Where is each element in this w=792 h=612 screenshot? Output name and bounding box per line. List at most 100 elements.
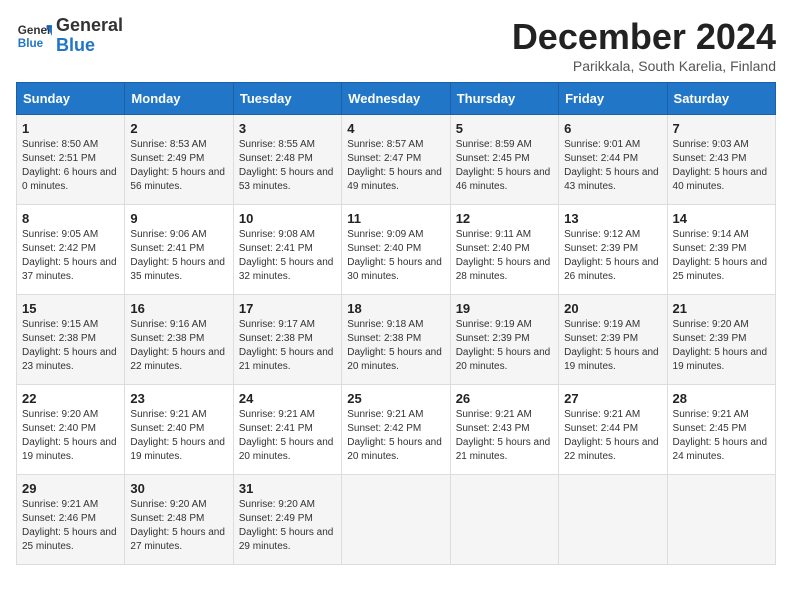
calendar-cell: 29 Sunrise: 9:21 AM Sunset: 2:46 PM Dayl… [17,475,125,565]
day-number: 31 [239,481,336,496]
day-number: 20 [564,301,661,316]
day-number: 19 [456,301,553,316]
logo-general: General [56,15,123,35]
day-info: Sunrise: 9:03 AM Sunset: 2:43 PM Dayligh… [673,138,770,194]
calendar-cell: 23 Sunrise: 9:21 AM Sunset: 2:40 PM Dayl… [125,385,233,475]
day-number: 8 [22,211,119,226]
day-info: Sunrise: 9:14 AM Sunset: 2:39 PM Dayligh… [673,228,770,284]
header: General Blue General Blue December 2024 … [16,16,776,74]
calendar-cell: 25 Sunrise: 9:21 AM Sunset: 2:42 PM Dayl… [342,385,450,475]
day-number: 11 [347,211,444,226]
day-info: Sunrise: 9:20 AM Sunset: 2:40 PM Dayligh… [22,408,119,464]
calendar-cell: 18 Sunrise: 9:18 AM Sunset: 2:38 PM Dayl… [342,295,450,385]
calendar-cell [342,475,450,565]
day-number: 27 [564,391,661,406]
calendar-week-row: 1 Sunrise: 8:50 AM Sunset: 2:51 PM Dayli… [17,115,776,205]
calendar-cell: 16 Sunrise: 9:16 AM Sunset: 2:38 PM Dayl… [125,295,233,385]
calendar-cell: 22 Sunrise: 9:20 AM Sunset: 2:40 PM Dayl… [17,385,125,475]
day-number: 15 [22,301,119,316]
calendar-week-row: 22 Sunrise: 9:20 AM Sunset: 2:40 PM Dayl… [17,385,776,475]
day-info: Sunrise: 9:20 AM Sunset: 2:48 PM Dayligh… [130,498,227,554]
day-info: Sunrise: 9:12 AM Sunset: 2:39 PM Dayligh… [564,228,661,284]
day-number: 10 [239,211,336,226]
day-info: Sunrise: 8:50 AM Sunset: 2:51 PM Dayligh… [22,138,119,194]
calendar-cell: 2 Sunrise: 8:53 AM Sunset: 2:49 PM Dayli… [125,115,233,205]
day-number: 24 [239,391,336,406]
day-info: Sunrise: 9:21 AM Sunset: 2:41 PM Dayligh… [239,408,336,464]
calendar-cell: 19 Sunrise: 9:19 AM Sunset: 2:39 PM Dayl… [450,295,558,385]
day-number: 13 [564,211,661,226]
calendar-week-row: 29 Sunrise: 9:21 AM Sunset: 2:46 PM Dayl… [17,475,776,565]
calendar-cell: 8 Sunrise: 9:05 AM Sunset: 2:42 PM Dayli… [17,205,125,295]
calendar-cell: 5 Sunrise: 8:59 AM Sunset: 2:45 PM Dayli… [450,115,558,205]
day-number: 30 [130,481,227,496]
day-info: Sunrise: 9:15 AM Sunset: 2:38 PM Dayligh… [22,318,119,374]
calendar-week-row: 15 Sunrise: 9:15 AM Sunset: 2:38 PM Dayl… [17,295,776,385]
calendar-cell: 14 Sunrise: 9:14 AM Sunset: 2:39 PM Dayl… [667,205,775,295]
day-number: 4 [347,121,444,136]
logo-icon: General Blue [16,18,52,54]
day-number: 1 [22,121,119,136]
day-number: 3 [239,121,336,136]
day-info: Sunrise: 9:21 AM Sunset: 2:44 PM Dayligh… [564,408,661,464]
day-number: 28 [673,391,770,406]
calendar-cell: 3 Sunrise: 8:55 AM Sunset: 2:48 PM Dayli… [233,115,341,205]
day-info: Sunrise: 9:17 AM Sunset: 2:38 PM Dayligh… [239,318,336,374]
calendar-cell: 10 Sunrise: 9:08 AM Sunset: 2:41 PM Dayl… [233,205,341,295]
day-number: 7 [673,121,770,136]
calendar-cell: 4 Sunrise: 8:57 AM Sunset: 2:47 PM Dayli… [342,115,450,205]
day-number: 18 [347,301,444,316]
day-number: 2 [130,121,227,136]
day-number: 23 [130,391,227,406]
day-number: 14 [673,211,770,226]
day-number: 29 [22,481,119,496]
calendar-header-row: SundayMondayTuesdayWednesdayThursdayFrid… [17,83,776,115]
logo: General Blue General Blue [16,16,123,56]
calendar-week-row: 8 Sunrise: 9:05 AM Sunset: 2:42 PM Dayli… [17,205,776,295]
day-info: Sunrise: 9:19 AM Sunset: 2:39 PM Dayligh… [456,318,553,374]
calendar-cell: 27 Sunrise: 9:21 AM Sunset: 2:44 PM Dayl… [559,385,667,475]
day-number: 25 [347,391,444,406]
day-info: Sunrise: 9:21 AM Sunset: 2:45 PM Dayligh… [673,408,770,464]
day-info: Sunrise: 9:11 AM Sunset: 2:40 PM Dayligh… [456,228,553,284]
calendar-cell: 15 Sunrise: 9:15 AM Sunset: 2:38 PM Dayl… [17,295,125,385]
title-section: December 2024 Parikkala, South Karelia, … [512,16,776,74]
day-number: 16 [130,301,227,316]
day-info: Sunrise: 9:20 AM Sunset: 2:49 PM Dayligh… [239,498,336,554]
location-subtitle: Parikkala, South Karelia, Finland [512,58,776,74]
calendar-cell: 21 Sunrise: 9:20 AM Sunset: 2:39 PM Dayl… [667,295,775,385]
day-info: Sunrise: 9:06 AM Sunset: 2:41 PM Dayligh… [130,228,227,284]
calendar-cell: 30 Sunrise: 9:20 AM Sunset: 2:48 PM Dayl… [125,475,233,565]
calendar-table: SundayMondayTuesdayWednesdayThursdayFrid… [16,82,776,565]
weekday-header-tuesday: Tuesday [233,83,341,115]
weekday-header-thursday: Thursday [450,83,558,115]
day-number: 6 [564,121,661,136]
svg-text:Blue: Blue [18,37,44,50]
day-number: 5 [456,121,553,136]
day-info: Sunrise: 9:08 AM Sunset: 2:41 PM Dayligh… [239,228,336,284]
calendar-cell: 13 Sunrise: 9:12 AM Sunset: 2:39 PM Dayl… [559,205,667,295]
calendar-cell: 7 Sunrise: 9:03 AM Sunset: 2:43 PM Dayli… [667,115,775,205]
logo-blue: Blue [56,35,95,55]
calendar-cell: 12 Sunrise: 9:11 AM Sunset: 2:40 PM Dayl… [450,205,558,295]
day-number: 9 [130,211,227,226]
calendar-cell: 1 Sunrise: 8:50 AM Sunset: 2:51 PM Dayli… [17,115,125,205]
calendar-cell: 9 Sunrise: 9:06 AM Sunset: 2:41 PM Dayli… [125,205,233,295]
day-info: Sunrise: 8:57 AM Sunset: 2:47 PM Dayligh… [347,138,444,194]
logo-text: General Blue [56,16,123,56]
day-info: Sunrise: 9:16 AM Sunset: 2:38 PM Dayligh… [130,318,227,374]
day-info: Sunrise: 8:53 AM Sunset: 2:49 PM Dayligh… [130,138,227,194]
calendar-cell: 11 Sunrise: 9:09 AM Sunset: 2:40 PM Dayl… [342,205,450,295]
calendar-cell: 26 Sunrise: 9:21 AM Sunset: 2:43 PM Dayl… [450,385,558,475]
calendar-cell: 24 Sunrise: 9:21 AM Sunset: 2:41 PM Dayl… [233,385,341,475]
day-info: Sunrise: 8:59 AM Sunset: 2:45 PM Dayligh… [456,138,553,194]
day-number: 21 [673,301,770,316]
calendar-cell: 17 Sunrise: 9:17 AM Sunset: 2:38 PM Dayl… [233,295,341,385]
day-info: Sunrise: 9:21 AM Sunset: 2:46 PM Dayligh… [22,498,119,554]
day-number: 26 [456,391,553,406]
calendar-cell: 20 Sunrise: 9:19 AM Sunset: 2:39 PM Dayl… [559,295,667,385]
weekday-header-sunday: Sunday [17,83,125,115]
weekday-header-friday: Friday [559,83,667,115]
calendar-cell: 6 Sunrise: 9:01 AM Sunset: 2:44 PM Dayli… [559,115,667,205]
calendar-cell [667,475,775,565]
